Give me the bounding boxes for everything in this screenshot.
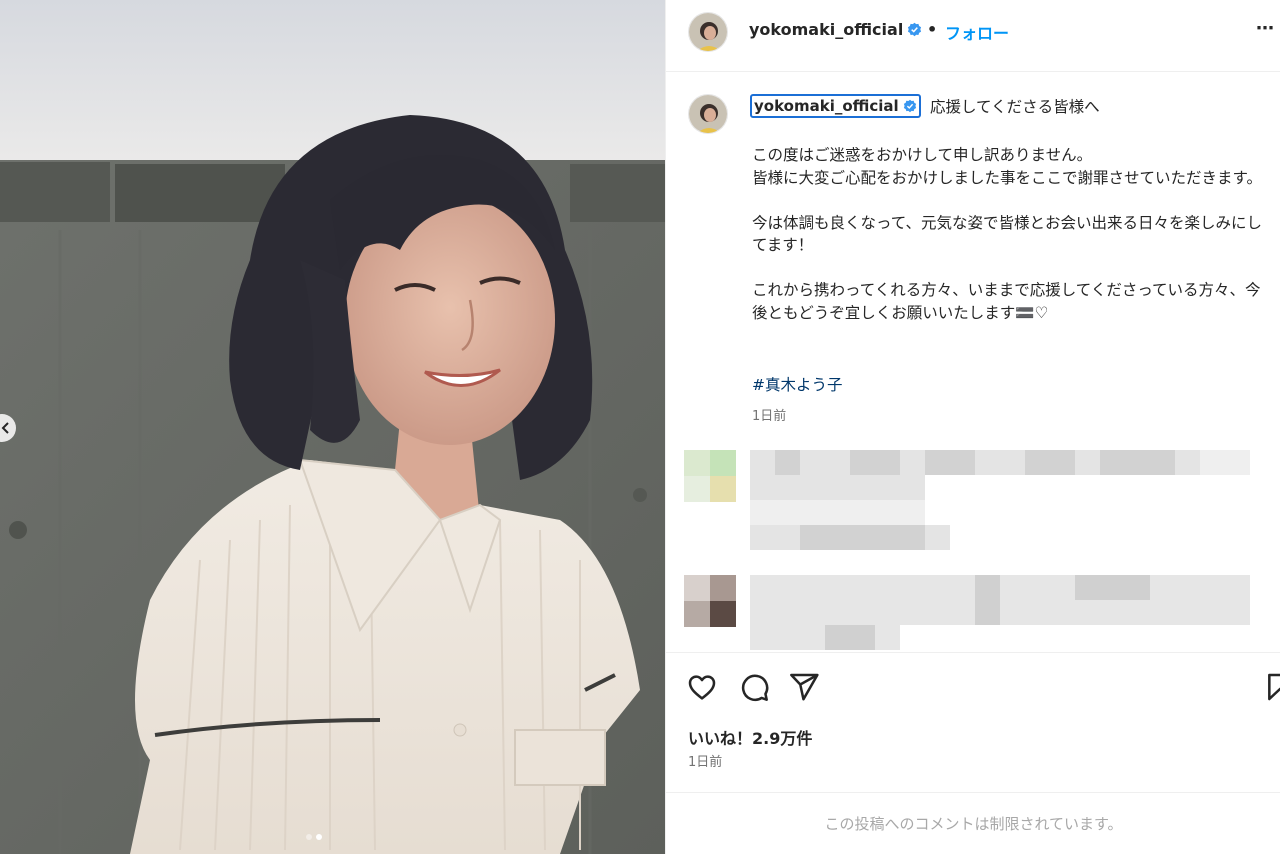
likes-count[interactable]: いいね！2.9万件 bbox=[688, 725, 812, 749]
caption-paragraph: この度はご迷惑をおかけして申し訳ありません。 皆様に大変ご心配をおかけしました事… bbox=[752, 146, 1262, 187]
post-timestamp[interactable]: 1日前 bbox=[688, 751, 722, 770]
post-detail-panel: yokomaki_official • フォロー ⋯ yokomaki_offi… bbox=[665, 0, 1280, 854]
caption-paragraph: 今は体調も良くなって、元気な姿で皆様とお会い出来る日々を楽しみにしてます！ bbox=[752, 213, 1262, 255]
verified-badge-icon bbox=[903, 99, 916, 113]
share-button[interactable] bbox=[788, 671, 820, 703]
caption-body: この度はご迷惑をおかけして申し訳ありません。 皆様に大変ご心配をおかけしました事… bbox=[752, 144, 1272, 347]
carousel-indicator bbox=[306, 834, 322, 840]
chevron-left-icon bbox=[1, 422, 9, 434]
comments-restricted-text: この投稿へのコメントは制限されています。 bbox=[824, 815, 1123, 833]
post-header: yokomaki_official • フォロー ⋯ bbox=[666, 0, 1280, 72]
caption-username-link[interactable]: yokomaki_official bbox=[750, 94, 921, 118]
comment-icon bbox=[741, 674, 769, 702]
post-photo[interactable] bbox=[0, 0, 665, 854]
blurred-comment-text bbox=[750, 575, 1250, 650]
caption-first-line: 応援してくださる皆様へ bbox=[930, 98, 1100, 116]
caption-avatar[interactable] bbox=[688, 94, 728, 134]
carousel-dot-active bbox=[316, 834, 322, 840]
send-icon bbox=[790, 673, 819, 701]
like-button[interactable] bbox=[686, 671, 718, 703]
blurred-avatar bbox=[684, 575, 736, 627]
post-actions: いいね！2.9万件 1日前 bbox=[666, 652, 1280, 792]
header-username[interactable]: yokomaki_official bbox=[749, 20, 922, 39]
heart-icon bbox=[688, 675, 716, 700]
follow-button[interactable]: フォロー bbox=[945, 20, 1009, 44]
comments-restricted-notice: この投稿へのコメントは制限されています。 bbox=[666, 792, 1280, 854]
blurred-avatar bbox=[684, 450, 736, 502]
caption-timestamp: 1日前 bbox=[752, 409, 787, 424]
save-button[interactable] bbox=[1264, 671, 1280, 703]
caption-username[interactable]: yokomaki_official bbox=[754, 97, 899, 115]
avatar[interactable] bbox=[688, 12, 728, 52]
bookmark-icon bbox=[1268, 673, 1280, 701]
username-text[interactable]: yokomaki_official bbox=[749, 20, 903, 39]
avatar-image bbox=[689, 13, 727, 51]
verified-badge-icon bbox=[908, 22, 922, 37]
blurred-comment-text bbox=[750, 450, 1250, 550]
hashtag-link[interactable]: #真木よう子 bbox=[752, 373, 843, 395]
more-options-button[interactable]: ⋯ bbox=[1256, 18, 1275, 39]
carousel-dot bbox=[306, 834, 312, 840]
caption-paragraph: これから携わってくれる方々、いままで応援してくださっている方々、今後ともどうぞ宜… bbox=[752, 281, 1261, 322]
photo-image bbox=[0, 0, 665, 854]
comment-button[interactable] bbox=[738, 671, 770, 703]
separator-dot: • bbox=[927, 20, 938, 39]
avatar-image bbox=[689, 95, 727, 133]
